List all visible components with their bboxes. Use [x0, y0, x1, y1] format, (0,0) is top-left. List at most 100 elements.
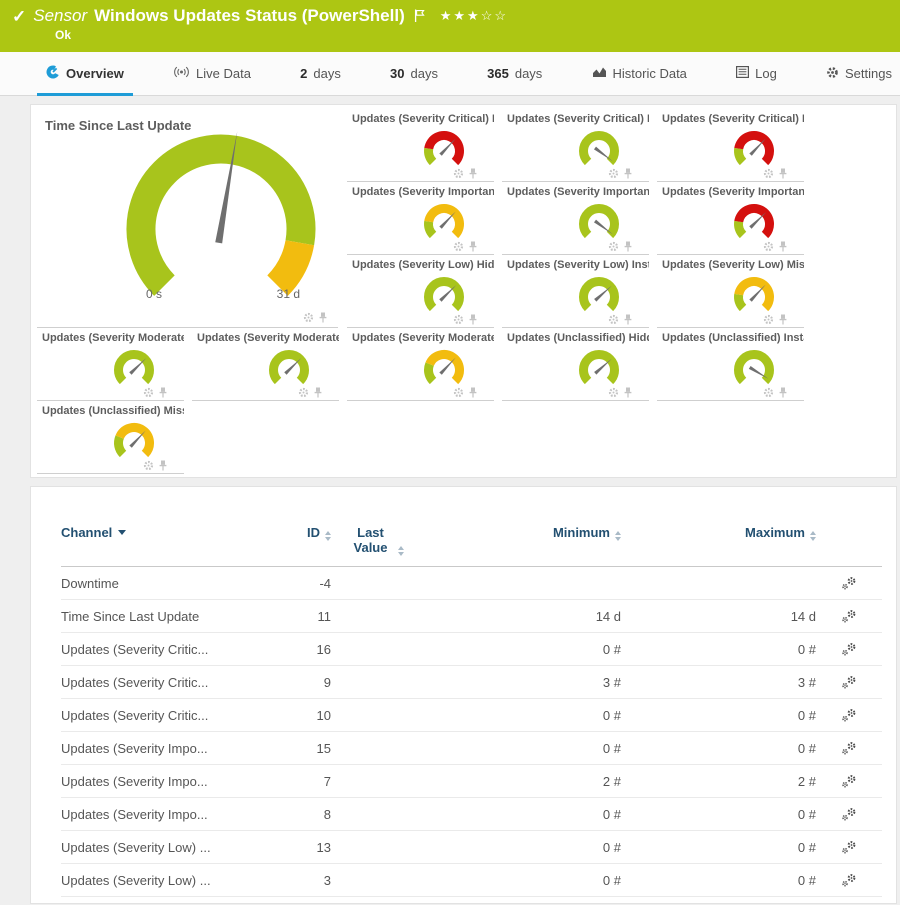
pin-icon[interactable] [468, 314, 478, 325]
channel-settings-gears-icon[interactable] [841, 741, 858, 756]
pin-icon[interactable] [778, 387, 788, 398]
table-row[interactable]: Updates (Severity Critic... 9 3 # 3 # [61, 666, 882, 699]
channel-settings-gears-icon[interactable] [841, 675, 858, 690]
channel-gauge [416, 199, 472, 243]
maximum-cell: 2 # [621, 765, 816, 798]
last-value-cell [331, 666, 421, 699]
column-header-maximum[interactable]: Maximum [621, 523, 816, 567]
channel-settings-gears-icon[interactable] [841, 807, 858, 822]
channel-gauge [416, 345, 472, 389]
pin-icon[interactable] [468, 387, 478, 398]
channel-settings-gears-icon[interactable] [841, 576, 858, 591]
last-value-cell [331, 798, 421, 831]
tab-live-data[interactable]: Live Data [173, 52, 251, 95]
pin-icon[interactable] [623, 168, 633, 179]
table-row[interactable]: Time Since Last Update 11 14 d 14 d [61, 600, 882, 633]
edit-channel-cell [816, 732, 882, 765]
gauge-settings-gear-icon[interactable] [453, 387, 464, 398]
channel-table-panel: Channel ID Last Value Minimum Maximum Do… [30, 486, 897, 904]
gauge-tile-time-since-last-update: Time Since Last Update 0 s 31 d [37, 109, 338, 328]
gauge-settings-gear-icon[interactable] [453, 241, 464, 252]
gauge-settings-gear-icon[interactable] [453, 168, 464, 179]
pin-icon[interactable] [778, 241, 788, 252]
column-header-minimum[interactable]: Minimum [421, 523, 621, 567]
channel-cell: Updates (Severity Critic... [61, 699, 256, 732]
priority-flag-icon[interactable] [414, 9, 425, 23]
gauge-settings-gear-icon[interactable] [608, 387, 619, 398]
pin-icon[interactable] [778, 314, 788, 325]
channel-gauge [726, 345, 782, 389]
gauge-settings-gear-icon[interactable] [453, 314, 464, 325]
gauge-settings-gear-icon[interactable] [763, 168, 774, 179]
pin-icon[interactable] [623, 314, 633, 325]
edit-channel-cell [816, 633, 882, 666]
tab-365-days[interactable]: 365 days [487, 52, 542, 95]
tile-actions [608, 241, 633, 252]
channel-settings-gears-icon[interactable] [841, 840, 858, 855]
gauge-settings-gear-icon[interactable] [303, 312, 314, 323]
tab-30-days[interactable]: 30 days [390, 52, 438, 95]
channel-settings-gears-icon[interactable] [841, 873, 858, 888]
gauge-settings-gear-icon[interactable] [763, 387, 774, 398]
gauge-settings-gear-icon[interactable] [143, 460, 154, 471]
table-row[interactable]: Updates (Severity Critic... 10 0 # 0 # [61, 699, 882, 732]
pin-icon[interactable] [318, 312, 328, 323]
tab-number: 30 [390, 66, 404, 81]
gauge-settings-gear-icon[interactable] [143, 387, 154, 398]
tab-label: days [515, 66, 542, 81]
gauge-settings-gear-icon[interactable] [298, 387, 309, 398]
gauge-settings-gear-icon[interactable] [763, 241, 774, 252]
sort-icon [398, 546, 404, 556]
tile-actions [303, 312, 328, 323]
edit-channel-cell [816, 798, 882, 831]
tab-2-days[interactable]: 2 days [300, 52, 341, 95]
edit-channel-cell [816, 666, 882, 699]
maximum-cell: 3 # [621, 666, 816, 699]
table-row[interactable]: Updates (Severity Impo... 8 0 # 0 # [61, 798, 882, 831]
status-ok-check-icon: ✓ [12, 8, 26, 25]
tab-log[interactable]: Log [736, 52, 777, 95]
pin-icon[interactable] [778, 168, 788, 179]
channel-settings-gears-icon[interactable] [841, 774, 858, 789]
table-row[interactable]: Updates (Severity Impo... 7 2 # 2 # [61, 765, 882, 798]
tab-number: 365 [487, 66, 509, 81]
gauge-tile: Updates (Severity Important) ... [657, 182, 804, 255]
gauge-title: Updates (Severity Low) Missi... [657, 255, 804, 271]
column-header-channel[interactable]: Channel [61, 523, 256, 567]
table-row[interactable]: Updates (Severity Low) ... 3 0 # 0 # [61, 864, 882, 897]
tab-settings[interactable]: Settings [826, 52, 892, 95]
gauge-settings-gear-icon[interactable] [608, 168, 619, 179]
table-row[interactable]: Updates (Severity Critic... 16 0 # 0 # [61, 633, 882, 666]
column-header-last-value[interactable]: Last Value [331, 523, 421, 567]
gauge-settings-gear-icon[interactable] [608, 241, 619, 252]
pin-icon[interactable] [158, 460, 168, 471]
minimum-cell: 0 # [421, 864, 621, 897]
tab-overview[interactable]: Overview [46, 52, 124, 95]
table-row[interactable]: Downtime -4 [61, 567, 882, 600]
pin-icon[interactable] [468, 168, 478, 179]
tab-label: Log [755, 66, 777, 81]
channel-gauge [571, 126, 627, 170]
edit-channel-cell [816, 864, 882, 897]
priority-stars[interactable]: ★★★☆☆ [440, 8, 508, 24]
pin-icon[interactable] [313, 387, 323, 398]
gauge-title: Updates (Unclassified) Hidden [502, 328, 649, 344]
channel-settings-gears-icon[interactable] [841, 609, 858, 624]
column-header-id[interactable]: ID [256, 523, 331, 567]
gauge-settings-gear-icon[interactable] [763, 314, 774, 325]
channel-settings-gears-icon[interactable] [841, 642, 858, 657]
maximum-cell: 0 # [621, 633, 816, 666]
pin-icon[interactable] [623, 241, 633, 252]
tab-historic-data[interactable]: Historic Data [592, 52, 687, 95]
table-row[interactable]: Updates (Severity Low) ... 13 0 # 0 # [61, 831, 882, 864]
maximum-cell: 0 # [621, 831, 816, 864]
tile-actions [453, 168, 478, 179]
channel-gauge [571, 199, 627, 243]
pin-icon[interactable] [468, 241, 478, 252]
gauge-title: Updates (Severity Moderate) ... [37, 328, 184, 344]
pin-icon[interactable] [623, 387, 633, 398]
table-row[interactable]: Updates (Severity Impo... 15 0 # 0 # [61, 732, 882, 765]
channel-settings-gears-icon[interactable] [841, 708, 858, 723]
gauge-settings-gear-icon[interactable] [608, 314, 619, 325]
pin-icon[interactable] [158, 387, 168, 398]
